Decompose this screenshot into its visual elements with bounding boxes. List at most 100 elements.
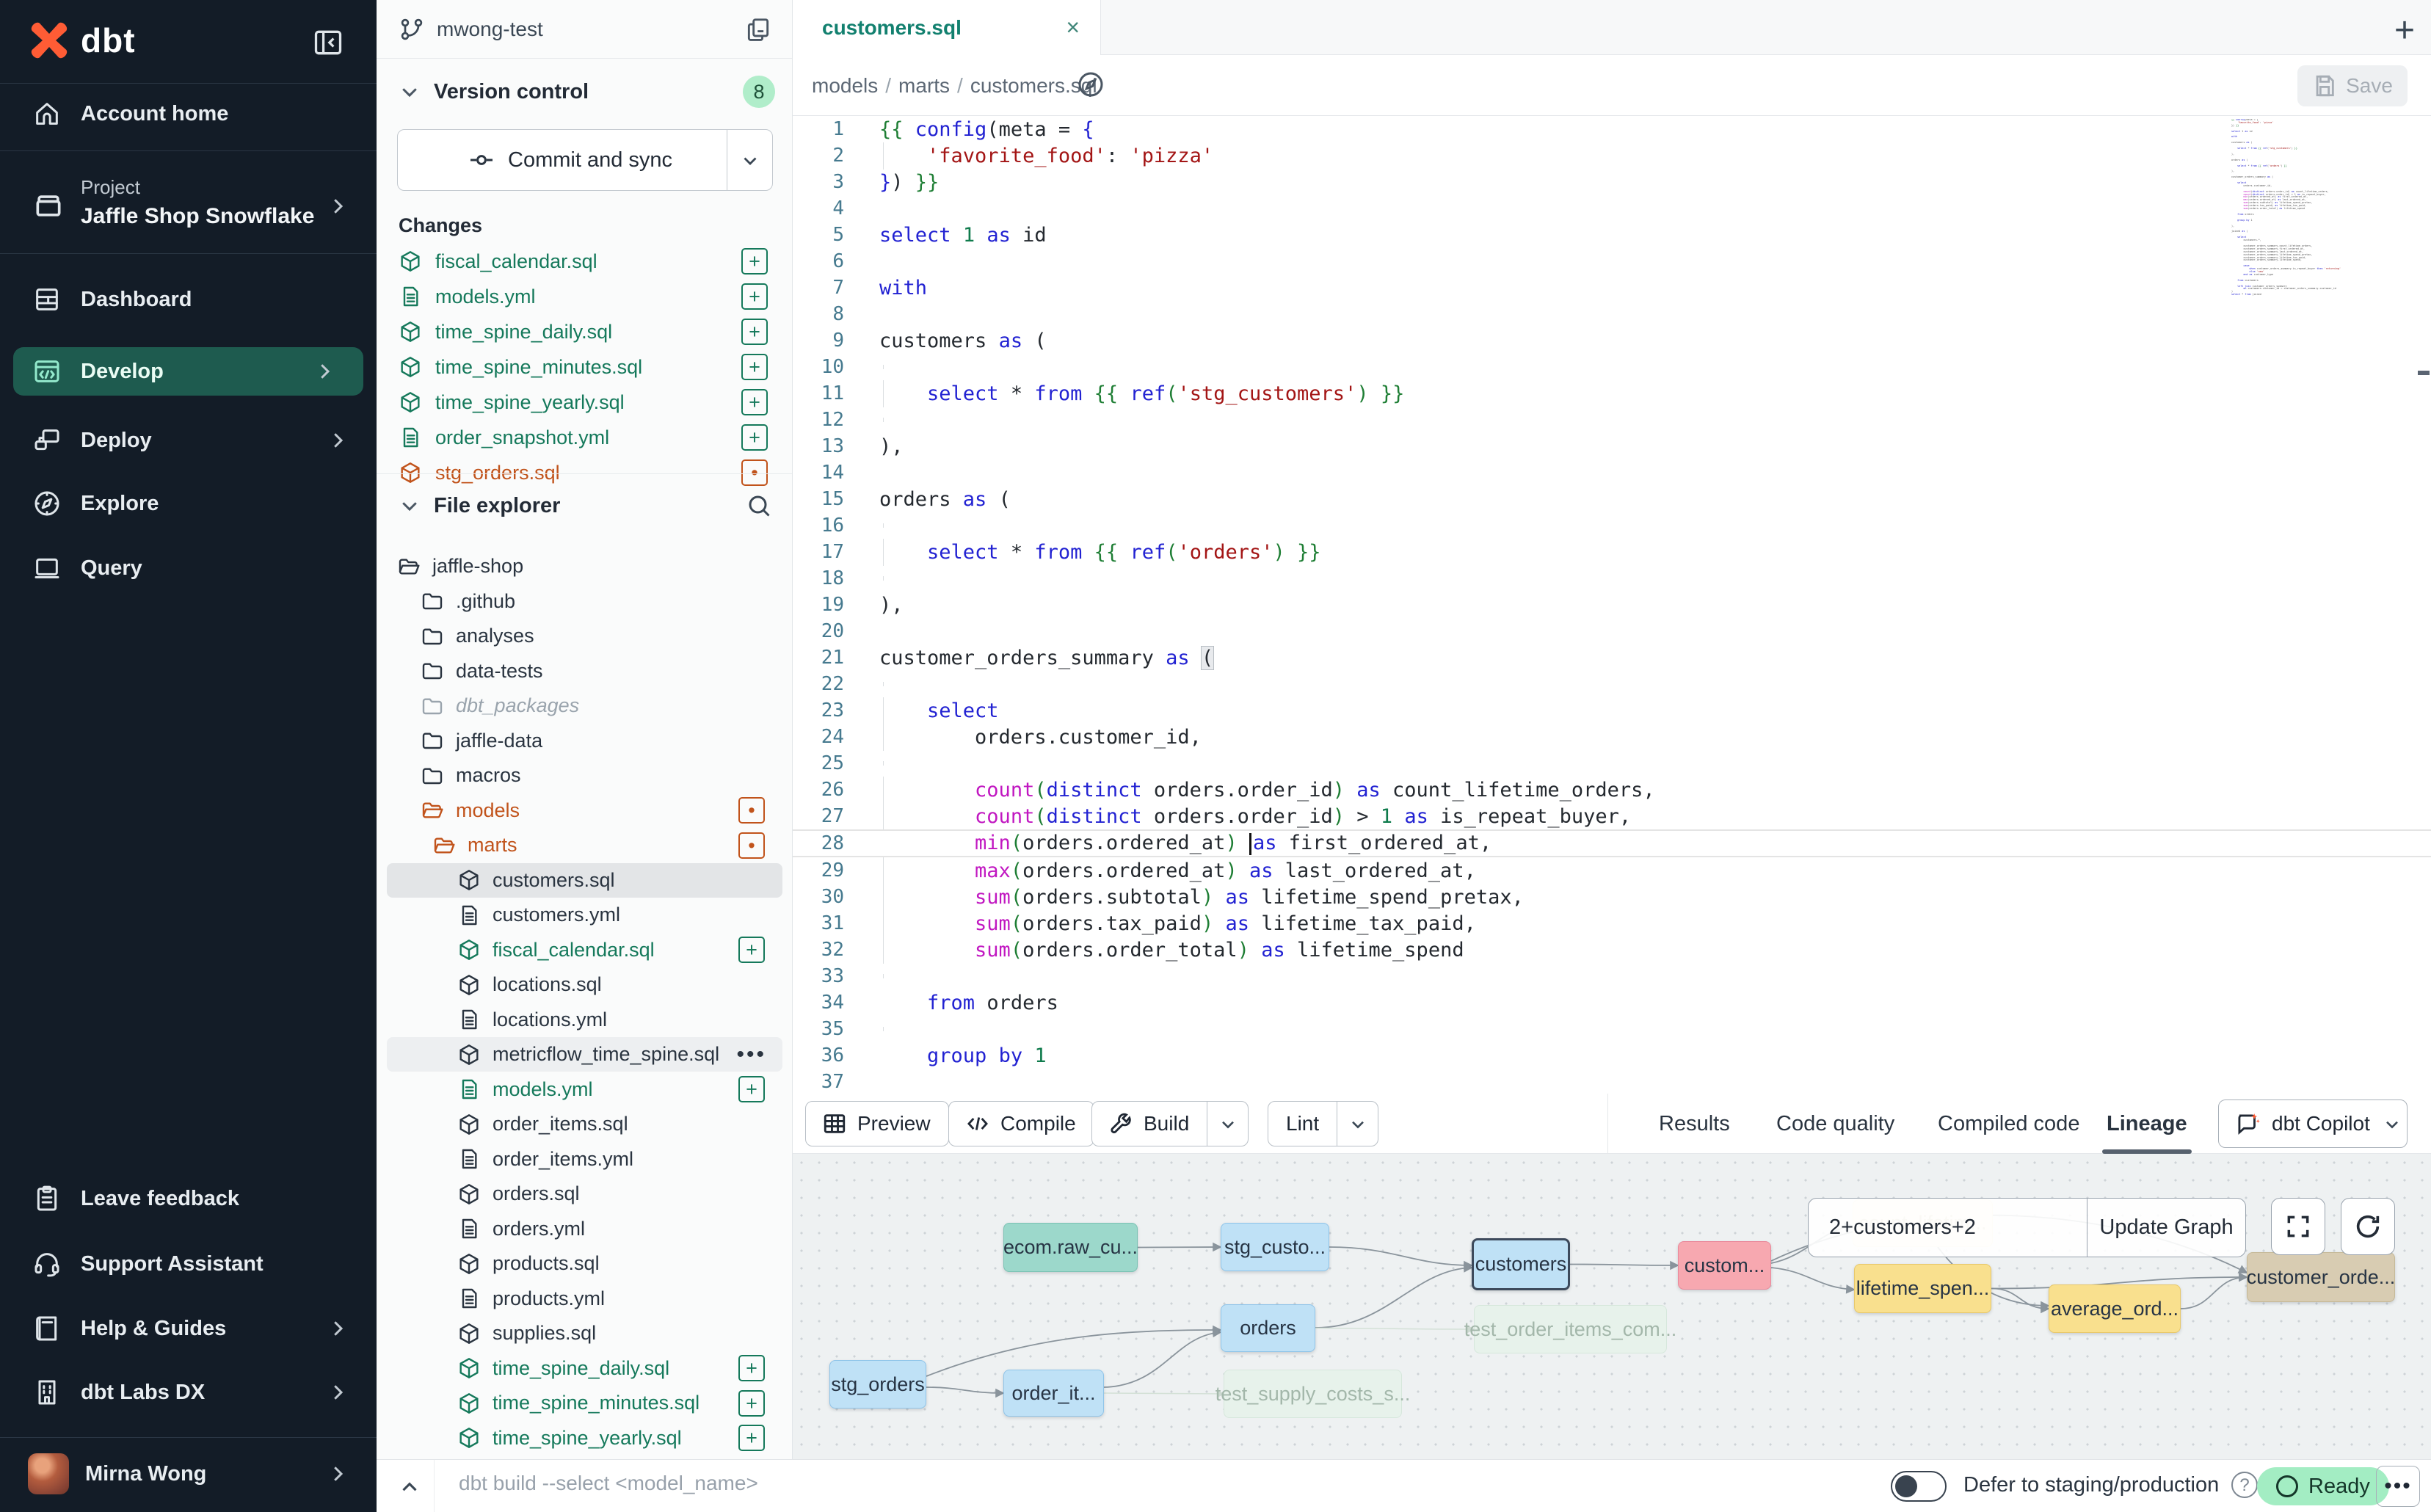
code-line-13[interactable]: 13), xyxy=(793,433,2431,459)
lineage-node-ecom[interactable]: ecom.raw_cu... xyxy=(1003,1223,1138,1272)
change-row[interactable]: models.yml + xyxy=(384,279,785,314)
code-line-8[interactable]: 8 xyxy=(793,301,2431,327)
lineage-canvas[interactable]: ecom.raw_cu... stg_custo... customers order… xyxy=(793,1154,2431,1459)
code-line-22[interactable]: 22 xyxy=(793,671,2431,697)
sidebar-item-deploy[interactable]: Deploy xyxy=(0,416,377,465)
tab-compiled-code[interactable]: Compiled code xyxy=(1938,1094,2079,1154)
new-tab-button[interactable]: + xyxy=(2394,10,2415,51)
stage-add-button[interactable]: + xyxy=(738,1355,765,1381)
code-line-26[interactable]: 26 count(distinct orders.order_id) as co… xyxy=(793,777,2431,803)
stage-add-button[interactable]: + xyxy=(738,1390,765,1417)
tree-item-jaffle-shop[interactable]: jaffle-shop xyxy=(387,549,782,584)
change-row[interactable]: time_spine_minutes.sql + xyxy=(384,349,785,385)
lineage-node-stg_custo[interactable]: stg_custo... xyxy=(1221,1223,1329,1271)
tree-item-supplies-sql[interactable]: supplies.sql xyxy=(387,1316,782,1351)
code-line-35[interactable]: 35 xyxy=(793,1016,2431,1042)
commit-options-dropdown[interactable] xyxy=(727,130,772,190)
code-line-21[interactable]: 21customer_orders_summary as ( xyxy=(793,644,2431,671)
tree-item-dbt-packages[interactable]: dbt_packages xyxy=(387,688,782,723)
tab-results[interactable]: Results xyxy=(1659,1094,1730,1154)
refresh-button[interactable] xyxy=(2341,1198,2395,1255)
tree-item-time-spine-daily-sql[interactable]: time_spine_daily.sql+ xyxy=(387,1351,782,1386)
fullscreen-button[interactable] xyxy=(2271,1198,2325,1255)
code-line-24[interactable]: 24 orders.customer_id, xyxy=(793,724,2431,750)
code-line-18[interactable]: 18 xyxy=(793,565,2431,592)
commit-and-sync-button[interactable]: Commit and sync xyxy=(397,129,773,191)
tree-item-macros[interactable]: macros xyxy=(387,758,782,793)
code-line-34[interactable]: 34 from orders xyxy=(793,989,2431,1016)
tree-item-customers-yml[interactable]: customers.yml xyxy=(387,898,782,932)
git-branch[interactable]: mwong-test xyxy=(399,16,543,43)
sidebar-item-account-home[interactable]: Account home xyxy=(0,90,377,138)
sidebar-project[interactable]: Project Jaffle Shop Snowflake xyxy=(0,163,377,251)
update-graph-button[interactable]: Update Graph xyxy=(2087,1199,2245,1257)
editor-scrollbar[interactable] xyxy=(2418,371,2430,375)
tab-customers-sql[interactable]: customers.sql × xyxy=(793,0,1101,55)
code-line-25[interactable]: 25 xyxy=(793,750,2431,777)
sidebar-item-dashboard[interactable]: Dashboard xyxy=(0,275,377,324)
code-line-19[interactable]: 19), xyxy=(793,592,2431,618)
code-line-7[interactable]: 7with xyxy=(793,275,2431,301)
help-icon[interactable]: ? xyxy=(2231,1472,2258,1498)
tree-item-marts[interactable]: marts• xyxy=(387,828,782,862)
tree-item-models[interactable]: models• xyxy=(387,793,782,828)
stage-add-button[interactable]: + xyxy=(741,354,768,380)
tree-item-metricflow-time-spine-sql[interactable]: metricflow_time_spine.sql••• xyxy=(387,1037,782,1072)
code-line-17[interactable]: 17 select * from {{ ref('orders') }} xyxy=(793,539,2431,565)
stage-add-button[interactable]: + xyxy=(741,389,768,415)
code-line-33[interactable]: 33 xyxy=(793,963,2431,989)
code-line-36[interactable]: 36 group by 1 xyxy=(793,1042,2431,1069)
tree-item-analyses[interactable]: analyses xyxy=(387,619,782,653)
lineage-node-test_supply[interactable]: test_supply_costs_s... xyxy=(1224,1370,1402,1418)
command-input[interactable]: dbt build --select <model_name> xyxy=(459,1472,758,1495)
compass-icon[interactable] xyxy=(1076,70,1105,99)
tree-item-data-tests[interactable]: data-tests xyxy=(387,654,782,688)
code-line-32[interactable]: 32 sum(orders.order_total) as lifetime_s… xyxy=(793,937,2431,963)
code-line-11[interactable]: 11 select * from {{ ref('stg_customers')… xyxy=(793,380,2431,407)
more-options-button[interactable]: ••• xyxy=(2376,1466,2420,1507)
code-line-27[interactable]: 27 count(distinct orders.order_id) > 1 a… xyxy=(793,803,2431,829)
tree-item-order-items-sql[interactable]: order_items.sql xyxy=(387,1107,782,1141)
lineage-node-custom[interactable]: custom... xyxy=(1678,1241,1771,1290)
code-line-16[interactable]: 16 xyxy=(793,512,2431,539)
search-icon[interactable] xyxy=(746,493,772,519)
stage-add-button[interactable]: + xyxy=(741,248,768,275)
lineage-node-average[interactable]: average_ord... xyxy=(2049,1284,2181,1333)
lineage-node-orders[interactable]: orders xyxy=(1221,1304,1315,1352)
dbt-copilot-button[interactable]: dbt Copilot xyxy=(2218,1100,2408,1148)
tab-lineage[interactable]: Lineage xyxy=(2107,1094,2187,1154)
code-line-14[interactable]: 14 xyxy=(793,459,2431,486)
preview-button[interactable]: Preview xyxy=(805,1101,949,1146)
code-line-6[interactable]: 6 xyxy=(793,248,2431,275)
tree-item-locations-yml[interactable]: locations.yml xyxy=(387,1003,782,1037)
tree-item-jaffle-data[interactable]: jaffle-data xyxy=(387,724,782,758)
tree-item-time-spine-yearly-sql[interactable]: time_spine_yearly.sql+ xyxy=(387,1421,782,1455)
lineage-node-customers[interactable]: customers xyxy=(1472,1238,1570,1290)
code-line-37[interactable]: 37 xyxy=(793,1069,2431,1094)
lineage-node-cust_orde[interactable]: customer_orde... xyxy=(2247,1252,2395,1302)
sidebar-user[interactable]: Mirna Wong xyxy=(0,1440,377,1508)
compile-button[interactable]: Compile xyxy=(948,1101,1094,1146)
tree-item-customers-sql[interactable]: customers.sql xyxy=(387,863,782,898)
tree-item-fiscal-calendar-sql[interactable]: fiscal_calendar.sql+ xyxy=(387,933,782,967)
status-badge[interactable]: Ready xyxy=(2257,1467,2389,1505)
code-line-15[interactable]: 15orders as ( xyxy=(793,486,2431,512)
tree-item-order-items-yml[interactable]: order_items.yml xyxy=(387,1142,782,1177)
stage-add-button[interactable]: + xyxy=(738,937,765,963)
tree-item-orders-yml[interactable]: orders.yml xyxy=(387,1212,782,1246)
code-line-12[interactable]: 12 xyxy=(793,407,2431,433)
version-control-header[interactable]: Version control 8 xyxy=(377,68,793,116)
code-editor[interactable]: 1{{ config(meta = {2 'favorite_food': 'p… xyxy=(793,116,2431,1094)
close-icon[interactable]: × xyxy=(1066,14,1080,41)
code-line-4[interactable]: 4 xyxy=(793,195,2431,222)
code-line-28[interactable]: 28 min(orders.ordered_at) as first_order… xyxy=(793,829,2431,857)
build-options-dropdown[interactable] xyxy=(1207,1102,1248,1146)
code-line-20[interactable]: 20 xyxy=(793,618,2431,644)
sidebar-item-dbt-labs-dx[interactable]: dbt Labs DX xyxy=(0,1368,377,1417)
build-button[interactable]: Build xyxy=(1091,1101,1249,1146)
sidebar-item-leave-feedback[interactable]: Leave feedback xyxy=(0,1174,377,1223)
stage-add-button[interactable]: + xyxy=(741,283,768,310)
sidebar-item-explore[interactable]: Explore xyxy=(0,479,377,528)
save-button[interactable]: Save xyxy=(2297,65,2408,106)
tab-code-quality[interactable]: Code quality xyxy=(1776,1094,1894,1154)
